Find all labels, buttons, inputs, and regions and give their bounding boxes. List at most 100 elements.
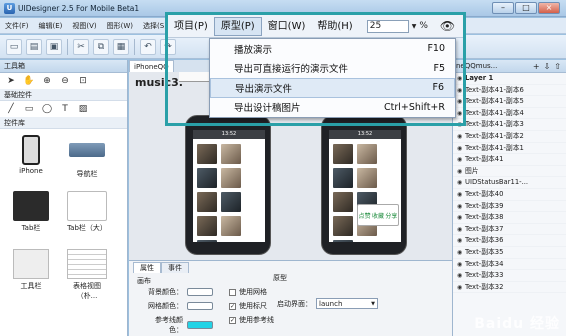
layer-row[interactable]: ◉ Text-副本33 (453, 270, 566, 282)
layer-row[interactable]: ◉ Text-副本41-副本5 (453, 96, 566, 108)
bg-color-swatch[interactable] (187, 288, 213, 296)
eye-icon[interactable]: ◉ (457, 259, 465, 270)
minimize-button[interactable]: – (492, 2, 514, 14)
toolbox-title: 工具箱 (0, 60, 127, 73)
phone-mockup-left[interactable]: 13:52 (185, 115, 271, 255)
use-grid-label: 使用网格 (239, 288, 267, 296)
grid-color-swatch[interactable] (187, 302, 213, 310)
use-ref-option[interactable]: ✓ 使用参考线 (229, 315, 274, 325)
new-file-icon[interactable]: ▭ (6, 38, 22, 55)
menu-edit[interactable]: 编辑(E) (34, 18, 68, 34)
phone-screen: 13:52 (193, 130, 265, 242)
ref-color-swatch[interactable] (187, 321, 213, 329)
eye-icon[interactable]: ◉ (457, 247, 465, 258)
menu-file[interactable]: 文件(F) (0, 18, 34, 34)
layer-row[interactable]: ◉ Text-副本41 (453, 154, 566, 166)
zoom-out-icon[interactable]: ⊖ (59, 75, 71, 87)
eye-icon[interactable]: ◉ (457, 235, 465, 246)
close-button[interactable]: × (538, 2, 560, 14)
control-label: Tab栏（大） (67, 224, 107, 232)
layer-root[interactable]: ◉ Layer 1 (453, 73, 566, 85)
add-layer-icon[interactable]: + (533, 62, 540, 71)
control-label: Tab栏 (21, 224, 41, 232)
download-icon[interactable]: ⇩ (544, 62, 551, 71)
popup-item[interactable]: 收藏 (372, 211, 384, 220)
phone-screen: 13:52 点赞 收藏 分享 (329, 130, 401, 242)
copy-icon[interactable]: ⧉ (93, 38, 109, 55)
save-icon[interactable]: ▣ (46, 38, 62, 55)
use-ruler-option[interactable]: ✓ 使用标尺 (229, 301, 267, 311)
layer-row[interactable]: ◉ Text-副本41-副本3 (453, 119, 566, 131)
hand-tool-icon[interactable]: ✋ (23, 75, 35, 87)
ellipse-tool-icon[interactable]: ◯ (41, 103, 53, 115)
eye-icon[interactable]: ◉ (457, 154, 465, 165)
menu-view[interactable]: 视图(V) (67, 18, 101, 34)
layer-row[interactable]: ◉ Text-副本38 (453, 212, 566, 224)
eye-icon[interactable]: ◉ (457, 143, 465, 154)
zoom-in-icon[interactable]: ⊕ (41, 75, 53, 87)
layer-row[interactable]: ◉ Text-副本34 (453, 259, 566, 271)
bg-color-label: 背景颜色： (148, 288, 183, 296)
use-grid-option[interactable]: 使用网格 (229, 287, 267, 297)
layer-row[interactable]: ◉ Text-副本35 (453, 247, 566, 259)
control-tabbar[interactable]: Tab栏 (8, 191, 54, 233)
eye-icon[interactable]: ◉ (457, 270, 465, 281)
popup-item[interactable]: 分享 (385, 211, 397, 220)
eye-icon[interactable]: ◉ (457, 131, 465, 142)
toolbar-control-icon (13, 249, 49, 279)
ref-color-label: 参考线颜色： (155, 316, 183, 334)
tabbar-icon (13, 191, 49, 221)
control-tabbar-large[interactable]: Tab栏（大） (64, 191, 110, 233)
control-toolbar[interactable]: 工具栏 (8, 249, 54, 291)
undo-icon[interactable]: ↶ (140, 38, 156, 55)
layer-row[interactable]: ◉ Text-副本41-副本6 (453, 85, 566, 97)
fit-icon[interactable]: ⊡ (77, 75, 89, 87)
tab-properties[interactable]: 属性 (133, 262, 161, 273)
control-navbar[interactable]: 导航栏 (64, 135, 110, 179)
shape-row: ╱ ▭ ◯ T ▨ (0, 101, 127, 117)
layer-row[interactable]: ◉ Text-副本40 (453, 189, 566, 201)
paste-icon[interactable]: ▦ (113, 38, 129, 55)
highlight-callout-border (165, 12, 466, 126)
use-ruler-checkbox[interactable]: ✓ (229, 302, 236, 310)
open-folder-icon[interactable]: ▤ (26, 38, 42, 55)
line-tool-icon[interactable]: ╱ (5, 103, 17, 115)
layer-row[interactable]: ◉ Text-副本36 (453, 235, 566, 247)
use-grid-checkbox[interactable] (229, 288, 236, 296)
grid-color-label: 网格颜色： (148, 302, 183, 310)
use-ref-checkbox[interactable]: ✓ (229, 316, 236, 324)
text-tool-icon[interactable]: T (59, 103, 71, 115)
control-iphone[interactable]: iPhone (8, 135, 54, 175)
popup-item[interactable]: 点赞 (359, 211, 371, 220)
start-screen-select[interactable]: launch ▼ (316, 298, 378, 309)
eye-icon[interactable]: ◉ (457, 177, 465, 188)
layer-row[interactable]: ◉ Text-副本39 (453, 201, 566, 213)
eye-icon[interactable]: ◉ (457, 201, 465, 212)
pointer-tool-icon[interactable]: ➤ (5, 75, 17, 87)
layer-row[interactable]: ◉ Text-副本37 (453, 224, 566, 236)
layer-row[interactable]: ◉ Text-副本41-副本4 (453, 108, 566, 120)
rect-tool-icon[interactable]: ▭ (23, 103, 35, 115)
eye-icon[interactable]: ◉ (457, 166, 465, 177)
tab-events[interactable]: 事件 (161, 262, 189, 273)
layer-row[interactable]: ◉ UIDStatusBar11-... (453, 177, 566, 189)
control-library-header[interactable]: 控件库 (0, 117, 127, 129)
eye-icon[interactable]: ◉ (457, 224, 465, 235)
menu-shape[interactable]: 图形(W) (102, 18, 138, 34)
layer-row[interactable]: ◉ 图片 (453, 166, 566, 178)
basic-controls-header[interactable]: 基础控件 (0, 89, 127, 101)
upload-icon[interactable]: ⇧ (554, 62, 561, 71)
eye-icon[interactable]: ◉ (457, 189, 465, 200)
layer-row[interactable]: ◉ Text-副本41-副本1 (453, 143, 566, 155)
phone-mockup-right[interactable]: 13:52 点赞 收藏 分享 (321, 115, 407, 255)
layer-row[interactable]: ◉ Text-副本32 (453, 282, 566, 294)
control-label: 导航栏 (76, 170, 98, 178)
phone-header: 13:52 (329, 130, 401, 139)
eye-icon[interactable]: ◉ (457, 212, 465, 223)
layer-row[interactable]: ◉ Text-副本41-副本2 (453, 131, 566, 143)
cut-icon[interactable]: ✂ (73, 38, 89, 55)
image-tool-icon[interactable]: ▨ (77, 103, 89, 115)
maximize-button[interactable]: □ (515, 2, 537, 14)
control-tableview[interactable]: 表格视图（朴... (64, 249, 110, 301)
eye-icon[interactable]: ◉ (457, 282, 465, 293)
